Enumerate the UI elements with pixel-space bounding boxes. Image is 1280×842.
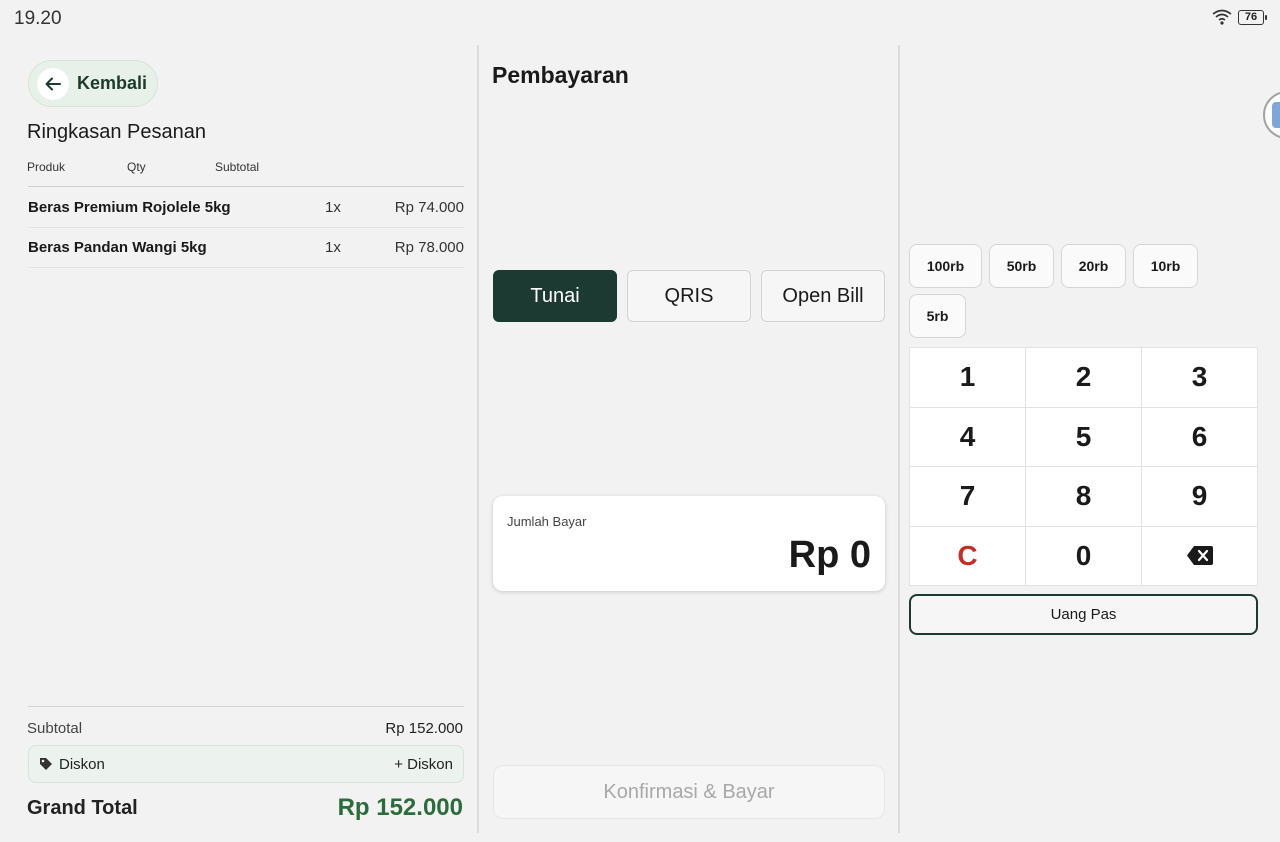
payment-method-qris[interactable]: QRIS	[627, 270, 751, 322]
subtotal-value: Rp 152.000	[385, 720, 463, 737]
key-6[interactable]: 6	[1142, 407, 1257, 466]
table-header-divider	[28, 186, 464, 187]
subtotal-label: Subtotal	[27, 720, 83, 737]
discount-label: Diskon	[59, 755, 105, 773]
key-5[interactable]: 5	[1026, 407, 1141, 466]
tag-icon	[40, 758, 52, 770]
floating-assistant-button[interactable]	[1263, 91, 1280, 139]
item-subtotal: Rp 74.000	[394, 199, 464, 216]
key-9[interactable]: 9	[1142, 467, 1257, 526]
totals-divider	[28, 706, 464, 707]
quick-amount-5rb[interactable]: 5rb	[909, 294, 966, 338]
key-clear[interactable]: C	[910, 526, 1025, 585]
column-header-qty: Qty	[127, 160, 146, 174]
payment-method-tunai[interactable]: Tunai	[493, 270, 617, 322]
column-header-subtotal: Subtotal	[215, 160, 260, 174]
key-8[interactable]: 8	[1026, 467, 1141, 526]
key-1[interactable]: 1	[910, 348, 1025, 407]
amount-paid-label: Jumlah Bayar	[507, 514, 587, 529]
quick-amount-50rb[interactable]: 50rb	[989, 244, 1054, 288]
grand-total-label: Grand Total	[27, 797, 138, 819]
key-4[interactable]: 4	[910, 407, 1025, 466]
order-summary-title: Ringkasan Pesanan	[27, 121, 207, 143]
image-icon	[1272, 102, 1280, 128]
key-2[interactable]: 2	[1026, 348, 1141, 407]
exact-amount-button[interactable]: Uang Pas	[909, 594, 1258, 635]
quick-amount-100rb[interactable]: 100rb	[909, 244, 982, 288]
panel-divider-left	[477, 45, 479, 833]
grand-total-value: Rp 152.000	[337, 794, 463, 821]
back-button-label: Kembali	[77, 73, 148, 93]
payment-title: Pembayaran	[492, 62, 629, 88]
battery-icon: 76	[1238, 9, 1267, 25]
amount-paid-display: Jumlah Bayar Rp 0	[493, 496, 885, 591]
order-item-row: Beras Premium Rojolele 5kg 1x Rp 74.000	[28, 188, 464, 228]
key-7[interactable]: 7	[910, 467, 1025, 526]
item-qty: 1x	[325, 239, 341, 256]
order-item-row: Beras Pandan Wangi 5kg 1x Rp 78.000	[28, 228, 464, 268]
status-time: 19.20	[14, 8, 62, 29]
key-backspace[interactable]	[1142, 526, 1257, 585]
amount-paid-value: Rp 0	[788, 534, 871, 576]
battery-level: 76	[1244, 11, 1258, 23]
item-subtotal: Rp 78.000	[394, 239, 464, 256]
numeric-keypad: 1 2 3 4 5 6 7 8 9 C 0	[909, 347, 1258, 586]
key-3[interactable]: 3	[1142, 348, 1257, 407]
backspace-icon	[1186, 546, 1213, 566]
add-discount-button[interactable]: + Diskon	[394, 756, 453, 773]
item-qty: 1x	[325, 199, 341, 216]
confirm-pay-button[interactable]: Konfirmasi & Bayar	[493, 765, 885, 819]
back-button[interactable]: Kembali	[28, 60, 158, 107]
column-header-product: Produk	[27, 160, 66, 174]
wifi-icon	[1212, 9, 1232, 25]
key-0[interactable]: 0	[1026, 526, 1141, 585]
payment-method-open-bill[interactable]: Open Bill	[761, 270, 885, 322]
discount-row: Diskon + Diskon	[28, 745, 464, 783]
panel-divider-right	[898, 45, 900, 833]
quick-amount-10rb[interactable]: 10rb	[1133, 244, 1198, 288]
status-icons: 76	[1212, 9, 1267, 25]
arrow-left-icon	[37, 67, 69, 100]
quick-amount-20rb[interactable]: 20rb	[1061, 244, 1126, 288]
